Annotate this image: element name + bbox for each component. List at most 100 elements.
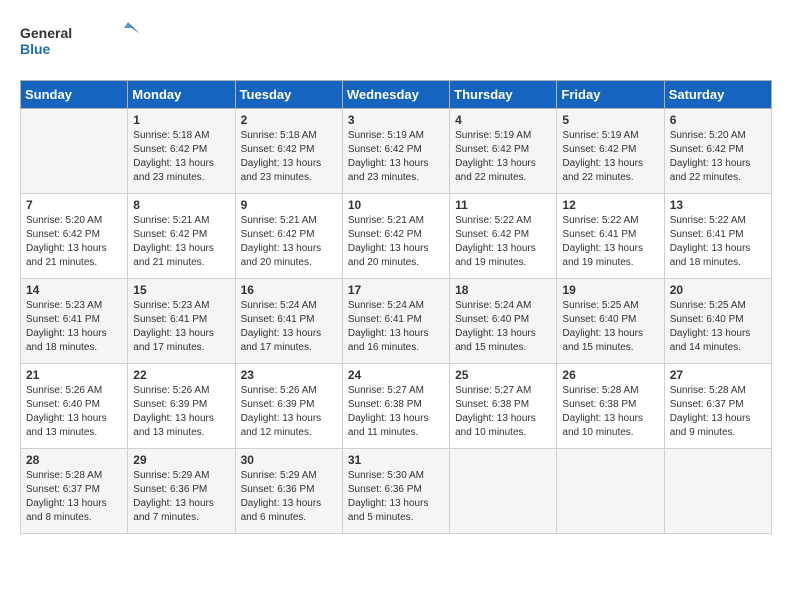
day-number: 28 <box>26 453 122 467</box>
calendar-cell: 30 Sunrise: 5:29 AM Sunset: 6:36 PM Dayli… <box>235 449 342 534</box>
week-row-2: 7Sunrise: 5:20 AM Sunset: 6:42 PM Daylig… <box>21 194 772 279</box>
calendar-cell: 29 Sunrise: 5:29 AM Sunset: 6:36 PM Dayli… <box>128 449 235 534</box>
day-number: 22 <box>133 368 229 382</box>
day-number: 15 <box>133 283 229 297</box>
logo: General Blue <box>20 20 140 64</box>
day-info: Sunrise: 5:19 AM Sunset: 6:42 PM Dayligh… <box>562 129 658 185</box>
day-info: Sunrise: 5:23 AM Sunset: 6:41 PM Dayligh… <box>26 299 122 355</box>
day-number: 6 <box>670 113 766 127</box>
calendar-cell: 31 Sunrise: 5:30 AM Sunset: 6:36 PM Dayli… <box>342 449 449 534</box>
day-number: 31 <box>348 453 444 467</box>
day-number: 12 <box>562 198 658 212</box>
day-number: 10 <box>348 198 444 212</box>
day-info: Sunrise: 5:25 AM Sunset: 6:40 PM Dayligh… <box>562 299 658 355</box>
day-number: 24 <box>348 368 444 382</box>
day-number: 2 <box>241 113 337 127</box>
day-header-monday: Monday <box>128 81 235 109</box>
calendar-cell: 3 Sunrise: 5:19 AM Sunset: 6:42 PM Daylig… <box>342 109 449 194</box>
calendar-cell: 5 Sunrise: 5:19 AM Sunset: 6:42 PM Daylig… <box>557 109 664 194</box>
day-header-thursday: Thursday <box>450 81 557 109</box>
calendar-cell: 18 Sunrise: 5:24 AM Sunset: 6:40 PM Dayli… <box>450 279 557 364</box>
svg-text:Blue: Blue <box>20 41 51 57</box>
calendar-cell: 25 Sunrise: 5:27 AM Sunset: 6:38 PM Dayli… <box>450 364 557 449</box>
week-row-4: 21 Sunrise: 5:26 AM Sunset: 6:40 PM Dayli… <box>21 364 772 449</box>
day-number: 13 <box>670 198 766 212</box>
day-number: 1 <box>133 113 229 127</box>
day-info: Sunrise: 5:18 AM Sunset: 6:42 PM Dayligh… <box>133 129 229 185</box>
calendar-cell: 21 Sunrise: 5:26 AM Sunset: 6:40 PM Dayli… <box>21 364 128 449</box>
calendar-cell: 4 Sunrise: 5:19 AM Sunset: 6:42 PM Daylig… <box>450 109 557 194</box>
calendar-cell: 19 Sunrise: 5:25 AM Sunset: 6:40 PM Dayli… <box>557 279 664 364</box>
day-info: Sunrise: 5:21 AM Sunset: 6:42 PM Dayligh… <box>241 214 337 270</box>
day-number: 30 <box>241 453 337 467</box>
calendar-header-row: SundayMondayTuesdayWednesdayThursdayFrid… <box>21 81 772 109</box>
day-info: Sunrise: 5:18 AM Sunset: 6:42 PM Dayligh… <box>241 129 337 185</box>
day-info: Sunrise: 5:30 AM Sunset: 6:36 PM Dayligh… <box>348 469 444 525</box>
calendar-cell: 22 Sunrise: 5:26 AM Sunset: 6:39 PM Dayli… <box>128 364 235 449</box>
calendar-cell: 27Sunrise: 5:28 AM Sunset: 6:37 PM Dayli… <box>664 364 771 449</box>
calendar-cell: 23 Sunrise: 5:26 AM Sunset: 6:39 PM Dayli… <box>235 364 342 449</box>
day-info: Sunrise: 5:28 AM Sunset: 6:38 PM Dayligh… <box>562 384 658 440</box>
calendar-cell: 1 Sunrise: 5:18 AM Sunset: 6:42 PM Daylig… <box>128 109 235 194</box>
calendar-cell: 14 Sunrise: 5:23 AM Sunset: 6:41 PM Dayli… <box>21 279 128 364</box>
day-number: 26 <box>562 368 658 382</box>
day-number: 5 <box>562 113 658 127</box>
calendar-cell: 16 Sunrise: 5:24 AM Sunset: 6:41 PM Dayli… <box>235 279 342 364</box>
day-info: Sunrise: 5:26 AM Sunset: 6:39 PM Dayligh… <box>133 384 229 440</box>
calendar-cell: 26 Sunrise: 5:28 AM Sunset: 6:38 PM Dayli… <box>557 364 664 449</box>
calendar-cell: 2 Sunrise: 5:18 AM Sunset: 6:42 PM Daylig… <box>235 109 342 194</box>
week-row-5: 28 Sunrise: 5:28 AM Sunset: 6:37 PM Dayli… <box>21 449 772 534</box>
day-number: 27 <box>670 368 766 382</box>
day-info: Sunrise: 5:26 AM Sunset: 6:39 PM Dayligh… <box>241 384 337 440</box>
day-number: 4 <box>455 113 551 127</box>
day-info: Sunrise: 5:19 AM Sunset: 6:42 PM Dayligh… <box>348 129 444 185</box>
day-number: 16 <box>241 283 337 297</box>
week-row-1: 1 Sunrise: 5:18 AM Sunset: 6:42 PM Daylig… <box>21 109 772 194</box>
day-number: 23 <box>241 368 337 382</box>
day-info: Sunrise: 5:27 AM Sunset: 6:38 PM Dayligh… <box>348 384 444 440</box>
day-info: Sunrise: 5:24 AM Sunset: 6:40 PM Dayligh… <box>455 299 551 355</box>
day-header-wednesday: Wednesday <box>342 81 449 109</box>
calendar-cell: 9 Sunrise: 5:21 AM Sunset: 6:42 PM Daylig… <box>235 194 342 279</box>
day-number: 20 <box>670 283 766 297</box>
calendar-table: SundayMondayTuesdayWednesdayThursdayFrid… <box>20 80 772 534</box>
calendar-cell <box>557 449 664 534</box>
calendar-cell <box>664 449 771 534</box>
day-info: Sunrise: 5:27 AM Sunset: 6:38 PM Dayligh… <box>455 384 551 440</box>
calendar-cell: 20Sunrise: 5:25 AM Sunset: 6:40 PM Dayli… <box>664 279 771 364</box>
calendar-cell: 11Sunrise: 5:22 AM Sunset: 6:42 PM Dayli… <box>450 194 557 279</box>
day-number: 3 <box>348 113 444 127</box>
calendar-cell: 12Sunrise: 5:22 AM Sunset: 6:41 PM Dayli… <box>557 194 664 279</box>
calendar-body: 1 Sunrise: 5:18 AM Sunset: 6:42 PM Daylig… <box>21 109 772 534</box>
calendar-cell <box>450 449 557 534</box>
day-number: 7 <box>26 198 122 212</box>
day-info: Sunrise: 5:20 AM Sunset: 6:42 PM Dayligh… <box>670 129 766 185</box>
day-header-friday: Friday <box>557 81 664 109</box>
day-number: 25 <box>455 368 551 382</box>
day-info: Sunrise: 5:21 AM Sunset: 6:42 PM Dayligh… <box>348 214 444 270</box>
day-number: 11 <box>455 198 551 212</box>
day-info: Sunrise: 5:21 AM Sunset: 6:42 PM Dayligh… <box>133 214 229 270</box>
calendar-cell: 24 Sunrise: 5:27 AM Sunset: 6:38 PM Dayli… <box>342 364 449 449</box>
calendar-cell <box>21 109 128 194</box>
calendar-cell: 8Sunrise: 5:21 AM Sunset: 6:42 PM Daylig… <box>128 194 235 279</box>
day-info: Sunrise: 5:26 AM Sunset: 6:40 PM Dayligh… <box>26 384 122 440</box>
logo-icon: General Blue <box>20 20 140 64</box>
day-number: 19 <box>562 283 658 297</box>
day-number: 14 <box>26 283 122 297</box>
day-number: 21 <box>26 368 122 382</box>
day-header-saturday: Saturday <box>664 81 771 109</box>
day-info: Sunrise: 5:24 AM Sunset: 6:41 PM Dayligh… <box>241 299 337 355</box>
day-info: Sunrise: 5:29 AM Sunset: 6:36 PM Dayligh… <box>241 469 337 525</box>
day-number: 29 <box>133 453 229 467</box>
page-header: General Blue <box>20 20 772 64</box>
day-info: Sunrise: 5:28 AM Sunset: 6:37 PM Dayligh… <box>26 469 122 525</box>
calendar-cell: 15 Sunrise: 5:23 AM Sunset: 6:41 PM Dayli… <box>128 279 235 364</box>
day-info: Sunrise: 5:19 AM Sunset: 6:42 PM Dayligh… <box>455 129 551 185</box>
day-number: 9 <box>241 198 337 212</box>
calendar-cell: 10 Sunrise: 5:21 AM Sunset: 6:42 PM Dayli… <box>342 194 449 279</box>
day-info: Sunrise: 5:23 AM Sunset: 6:41 PM Dayligh… <box>133 299 229 355</box>
day-info: Sunrise: 5:24 AM Sunset: 6:41 PM Dayligh… <box>348 299 444 355</box>
day-info: Sunrise: 5:29 AM Sunset: 6:36 PM Dayligh… <box>133 469 229 525</box>
day-number: 18 <box>455 283 551 297</box>
